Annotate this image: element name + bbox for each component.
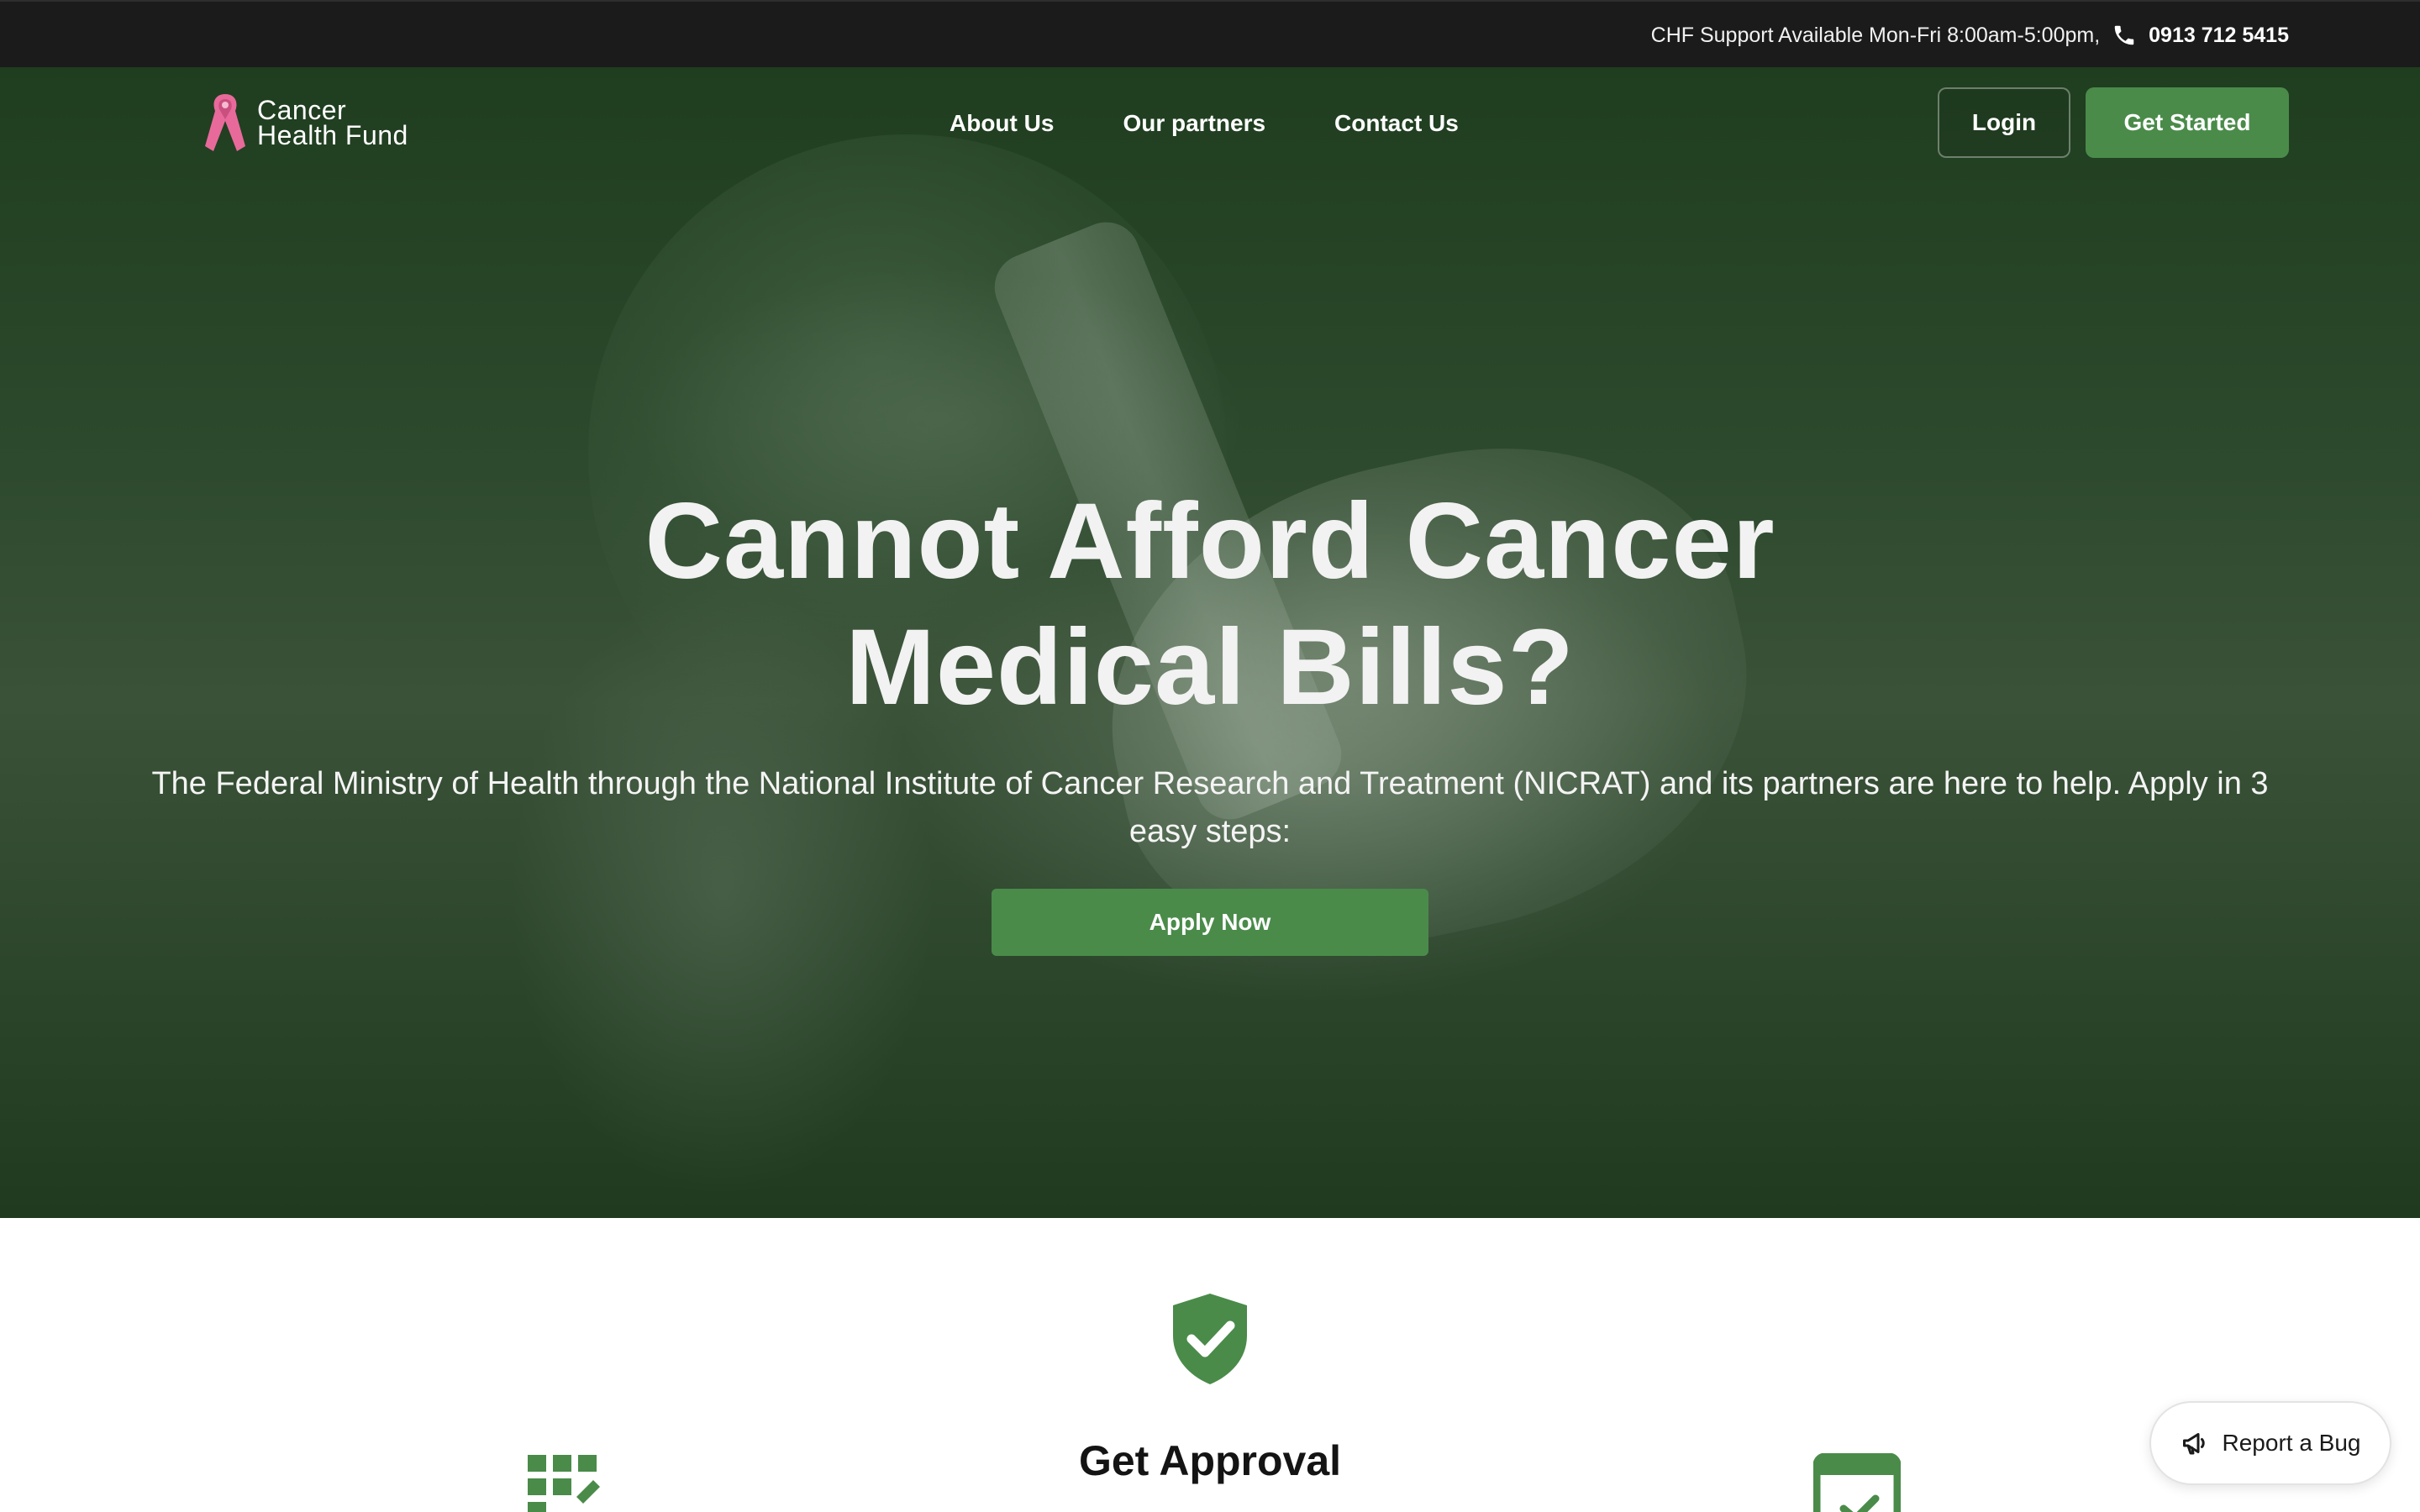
hero-subtitle: The Federal Ministry of Health through t… [151,766,2269,849]
site-logo[interactable]: Cancer Health Fund [202,91,408,155]
report-bug-button[interactable]: Report a Bug [2149,1401,2391,1485]
step-get-approval-title: Get Approval [1078,1437,1342,1484]
nav-our-partners[interactable]: Our partners [1123,110,1265,137]
support-info: CHF Support Available Mon-Fri 8:00am-5:0… [1651,2,2289,69]
primary-nav: About Us Our partners Contact Us [950,67,1459,180]
support-bar: CHF Support Available Mon-Fri 8:00am-5:0… [0,0,2420,67]
steps-section: Get Approval [0,1218,2420,1512]
support-phone-number[interactable]: 0913 712 5415 [2149,24,2289,48]
support-hours-text: CHF Support Available Mon-Fri 8:00am-5:0… [1650,23,2101,47]
get-started-button[interactable]: Get Started [2086,87,2289,158]
logo-line-2: Health Fund [257,120,408,150]
nav-about-us[interactable]: About Us [950,110,1054,137]
main-header: Cancer Health Fund About Us Our partners… [0,67,2420,180]
shield-check-icon [1173,1294,1247,1384]
hero-title: Cannot Afford Cancer Medical Bills? [454,479,1966,731]
pink-ribbon-icon [205,94,245,151]
apply-now-button[interactable]: Apply Now [992,889,1428,956]
login-button[interactable]: Login [1938,87,2070,158]
nav-contact-us[interactable]: Contact Us [1334,110,1459,137]
logo-wordmark: Cancer Health Fund [257,95,408,150]
hero-title-line-2: Medical Bills? [845,607,1575,727]
hero-title-line-1: Cannot Afford Cancer [644,481,1776,601]
megaphone-icon [2182,1433,2205,1455]
phone-icon [2114,25,2134,45]
calendar-check-icon [1813,1453,1901,1512]
report-bug-label: Report a Bug [2222,1430,2361,1456]
grid-edit-icon [528,1455,600,1512]
logo-line-1: Cancer [257,95,347,125]
